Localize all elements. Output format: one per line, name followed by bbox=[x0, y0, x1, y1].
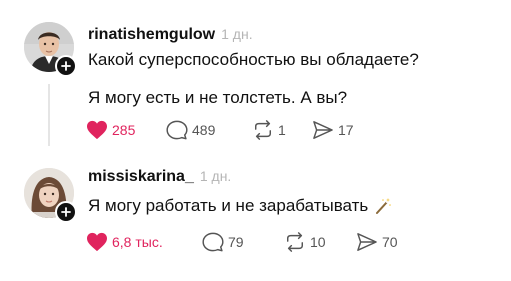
like-button[interactable]: 285 bbox=[86, 120, 166, 140]
like-button[interactable]: 6,8 тыс. bbox=[86, 232, 202, 252]
follow-button[interactable] bbox=[55, 201, 77, 223]
post-header: missiskarina_ 1 дн. bbox=[88, 168, 231, 186]
post-time: 1 дн. bbox=[199, 168, 232, 184]
thread-line bbox=[48, 84, 50, 146]
comment-bubble-icon bbox=[166, 120, 188, 140]
repost-button[interactable]: 1 bbox=[252, 120, 312, 140]
avatar-wrap bbox=[24, 168, 77, 223]
post-time: 1 дн. bbox=[221, 26, 253, 42]
thread-post: missiskarina_ 1 дн. Я могу работать и не… bbox=[0, 158, 511, 281]
post-text-line: Я могу есть и не толстеть. А вы? bbox=[88, 88, 348, 107]
reply-button[interactable]: 489 bbox=[166, 120, 252, 140]
like-count: 285 bbox=[112, 122, 136, 138]
plus-icon bbox=[61, 207, 71, 217]
repost-count: 10 bbox=[310, 234, 326, 250]
repost-count: 1 bbox=[278, 122, 286, 138]
repost-icon bbox=[255, 120, 271, 140]
comment-bubble-icon bbox=[202, 232, 224, 252]
thread-post: rinatishemgulow 1 дн. Какой суперспособн… bbox=[0, 0, 511, 158]
post-actions: 285 489 1 17 bbox=[86, 120, 372, 140]
send-icon bbox=[357, 233, 377, 251]
repost-icon bbox=[286, 232, 303, 252]
share-count: 17 bbox=[338, 122, 354, 138]
plus-icon bbox=[61, 61, 71, 71]
post-text-line: Какой суперспособностью вы обладаете? bbox=[88, 50, 419, 69]
share-count: 70 bbox=[382, 234, 398, 250]
post-text-line: Я могу работать и не зарабатывать bbox=[88, 196, 392, 216]
post-actions: 6,8 тыс. 79 10 70 bbox=[86, 232, 416, 252]
share-button[interactable]: 70 bbox=[356, 232, 416, 252]
heart-filled-icon bbox=[87, 232, 107, 252]
post-header: rinatishemgulow 1 дн. bbox=[88, 26, 253, 44]
username[interactable]: missiskarina_ bbox=[88, 168, 194, 186]
send-icon bbox=[313, 121, 333, 139]
share-button[interactable]: 17 bbox=[312, 120, 372, 140]
follow-button[interactable] bbox=[55, 55, 77, 77]
reply-button[interactable]: 79 bbox=[202, 232, 284, 252]
reply-count: 79 bbox=[228, 234, 244, 250]
like-count: 6,8 тыс. bbox=[112, 234, 163, 250]
post-text: Я могу работать и не зарабатывать bbox=[88, 196, 369, 215]
heart-filled-icon bbox=[87, 120, 107, 140]
avatar-wrap bbox=[24, 22, 77, 77]
reply-count: 489 bbox=[192, 122, 216, 138]
magic-wand-icon bbox=[376, 198, 392, 214]
repost-button[interactable]: 10 bbox=[284, 232, 356, 252]
username[interactable]: rinatishemgulow bbox=[88, 26, 215, 44]
